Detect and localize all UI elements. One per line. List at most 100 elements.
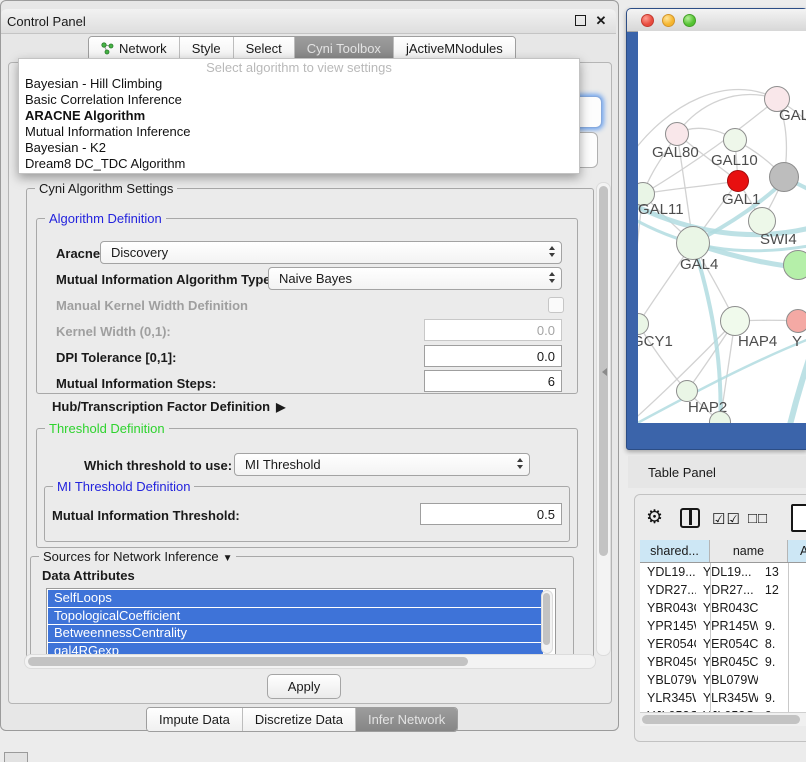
deselect-all-checkboxes-icon[interactable]: □□: [748, 510, 768, 527]
select-all-checkboxes-icon[interactable]: ☑☑: [712, 510, 741, 528]
minimized-panel-icon[interactable]: [4, 752, 28, 762]
algorithm-option[interactable]: Mutual Information Inference: [19, 124, 579, 140]
network-window-titlebar[interactable]: [627, 9, 806, 32]
collapse-down-icon: ▼: [223, 553, 233, 564]
table-row[interactable]: YBL079WYBL079W: [640, 671, 806, 689]
algorithm-option[interactable]: ARACNE Algorithm: [19, 108, 579, 124]
manual-kernel-width-checkbox[interactable]: [548, 297, 564, 313]
column-header-shared-name[interactable]: shared...: [640, 540, 710, 562]
tab-cyni-toolbox[interactable]: Cyni Toolbox: [295, 37, 394, 60]
algorithm-option[interactable]: Bayesian - K2: [19, 140, 579, 156]
which-threshold-label: Which threshold to use:: [84, 458, 232, 473]
network-canvas[interactable]: GALGAL80GAL10GAL1GAL11SWI4GAL4GCY1HAP4YH…: [638, 31, 806, 423]
table-cell: 8.: [758, 635, 806, 653]
node-label: GAL10: [711, 152, 758, 169]
expand-right-icon: ▶: [276, 400, 285, 414]
node-table-body: YDL19...YDL19...13YDR27...YDR27...12YBR0…: [640, 563, 806, 712]
close-traffic-light-icon[interactable]: [641, 14, 654, 27]
network-node[interactable]: [676, 226, 710, 260]
float-icon: [575, 15, 586, 26]
float-window-icon[interactable]: [574, 14, 592, 29]
algorithm-option[interactable]: Bayesian - Hill Climbing: [19, 76, 579, 92]
table-cell: YBR045C: [640, 653, 696, 671]
manual-kernel-width-label: Manual Kernel Width Definition: [56, 298, 248, 313]
mi-type-select[interactable]: Naive Bayes: [268, 267, 562, 290]
gear-icon[interactable]: ⚙: [646, 506, 663, 529]
table-cell: 9.: [758, 689, 806, 707]
table-cell: YDL19...: [696, 563, 758, 581]
columns-icon[interactable]: [680, 508, 700, 528]
table-row[interactable]: YDR27...YDR27...12: [640, 581, 806, 599]
data-attributes-list[interactable]: SelfLoopsTopologicalCoefficientBetweenne…: [46, 588, 556, 658]
data-attribute-item[interactable]: TopologicalCoefficient: [48, 608, 543, 625]
node-label: Y: [792, 333, 802, 350]
table-panel-title: Table Panel: [648, 465, 716, 480]
tab-select[interactable]: Select: [234, 37, 295, 60]
table-cell: [758, 671, 806, 689]
network-node[interactable]: [769, 162, 799, 192]
mi-threshold-field[interactable]: 0.5: [420, 503, 562, 525]
minimize-traffic-light-icon[interactable]: [662, 14, 675, 27]
network-node[interactable]: [727, 170, 749, 192]
column-header-partial[interactable]: A: [788, 540, 806, 562]
attributes-list-scrollbar[interactable]: [541, 590, 553, 654]
close-window-icon[interactable]: ✕: [592, 13, 610, 29]
tab-infer-network-label: Infer Network: [368, 712, 445, 727]
function-builder-icon[interactable]: [791, 504, 806, 532]
tab-impute-data-label: Impute Data: [159, 712, 230, 727]
algorithm-option[interactable]: Dream8 DC_TDC Algorithm: [19, 156, 579, 172]
table-row[interactable]: YBR045CYBR045C9.: [640, 653, 806, 671]
table-cell: YPR145W: [640, 617, 696, 635]
settings-vertical-scrollbar[interactable]: [596, 182, 611, 656]
tab-jactivemnodules[interactable]: jActiveMNodules: [394, 37, 515, 60]
table-row[interactable]: YDL19...YDL19...13: [640, 563, 806, 581]
network-node[interactable]: [720, 306, 750, 336]
apply-button[interactable]: Apply: [267, 674, 341, 699]
table-cell: YBR045C: [696, 653, 758, 671]
stepper-icon: [549, 272, 555, 283]
table-cell: YBR043C: [640, 599, 696, 617]
tab-infer-network[interactable]: Infer Network: [356, 708, 457, 731]
table-cell: YPR145W: [696, 617, 758, 635]
kernel-width-label: Kernel Width (0,1):: [56, 324, 171, 339]
zoom-traffic-light-icon[interactable]: [683, 14, 696, 27]
tab-discretize-data[interactable]: Discretize Data: [243, 708, 356, 731]
node-label: GAL80: [652, 144, 699, 161]
column-header-name[interactable]: name: [710, 540, 788, 562]
mi-steps-field[interactable]: 6: [424, 370, 562, 392]
node-label: GAL: [779, 107, 806, 124]
data-attribute-item[interactable]: BetweennessCentrality: [48, 625, 543, 642]
network-node[interactable]: [723, 128, 747, 152]
tab-impute-data[interactable]: Impute Data: [147, 708, 243, 731]
algorithm-option[interactable]: Basic Correlation Inference: [19, 92, 579, 108]
data-attribute-item[interactable]: SelfLoops: [48, 590, 543, 607]
aracne-mode-select[interactable]: Discovery: [100, 241, 562, 264]
table-cell: YDL19...: [640, 563, 696, 581]
settings-horizontal-scrollbar[interactable]: [24, 654, 596, 669]
table-cell: YER054C: [640, 635, 696, 653]
node-label: GAL1: [722, 191, 760, 208]
hub-definition-expander[interactable]: Hub/Transcription Factor Definition▶: [52, 399, 285, 414]
tab-jactivemnodules-label: jActiveMNodules: [406, 41, 503, 56]
which-threshold-select[interactable]: MI Threshold: [234, 453, 530, 476]
tab-style-label: Style: [192, 41, 221, 56]
splitter-collapse-icon[interactable]: [602, 368, 607, 376]
sources-group-title[interactable]: Sources for Network Inference▼: [39, 549, 236, 564]
table-row[interactable]: YBR043CYBR043C: [640, 599, 806, 617]
table-cell: YBR043C: [696, 599, 758, 617]
kernel-width-field[interactable]: 0.0: [424, 319, 562, 341]
table-row[interactable]: YPR145WYPR145W9.: [640, 617, 806, 635]
table-cell: YBL079W: [640, 671, 696, 689]
table-horizontal-scrollbar[interactable]: [640, 712, 806, 726]
dpi-tolerance-field[interactable]: 0.0: [424, 345, 562, 367]
tab-network[interactable]: Network: [89, 37, 180, 60]
network-node[interactable]: [665, 122, 689, 146]
table-row[interactable]: YER054CYER054C8.: [640, 635, 806, 653]
tab-style[interactable]: Style: [180, 37, 234, 60]
network-node[interactable]: [783, 250, 806, 280]
algorithm-dropdown-list: Bayesian - Hill ClimbingBasic Correlatio…: [19, 76, 579, 172]
table-row[interactable]: YLR345WYLR345W9.: [640, 689, 806, 707]
algorithm-dropdown-popup: Select algorithm to view settings Bayesi…: [18, 58, 580, 174]
table-cell: 9.: [758, 617, 806, 635]
network-node[interactable]: [786, 309, 806, 333]
